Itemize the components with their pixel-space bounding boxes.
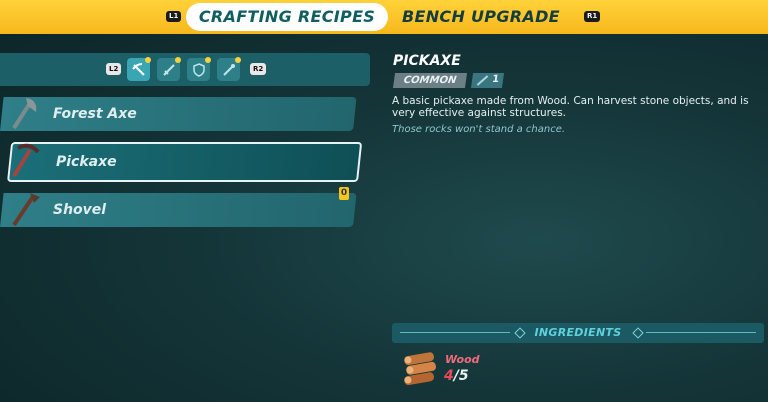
- r2-hint: R2: [250, 63, 267, 75]
- new-count-badge: 0: [339, 187, 349, 200]
- ingredient-count-wood: 4/5: [444, 368, 469, 384]
- level-value: 1: [491, 74, 500, 85]
- l1-hint: L1: [166, 11, 182, 22]
- wand-icon: [222, 63, 235, 76]
- l2-hint: L2: [106, 63, 122, 75]
- filter-wand-button[interactable]: [217, 57, 241, 81]
- level-badge: 1: [470, 73, 505, 88]
- item-title: PICKAXE: [393, 53, 461, 69]
- recipe-label-forest-axe: Forest Axe: [53, 106, 137, 122]
- sword-icon: [162, 63, 175, 76]
- recipe-label-pickaxe: Pickaxe: [56, 154, 117, 170]
- filter-pickaxe-button[interactable]: [127, 57, 151, 81]
- shield-icon: [192, 62, 205, 77]
- recipe-label-shovel: Shovel: [53, 202, 107, 218]
- pickaxe-icon: [131, 62, 145, 76]
- filter-shield-button[interactable]: [187, 57, 211, 81]
- wood-logs-icon: [404, 352, 436, 386]
- item-flavor-text: Those rocks won't stand a chance.: [392, 124, 566, 135]
- ingredient-have: 4: [444, 368, 454, 384]
- ingredient-name-wood: Wood: [445, 353, 480, 366]
- shovel-icon: [12, 193, 40, 227]
- sword-icon: [476, 75, 489, 86]
- tab-bench-upgrade[interactable]: BENCH UPGRADE: [402, 3, 560, 31]
- axe-icon: [12, 98, 37, 130]
- tab-crafting-recipes[interactable]: CRAFTING RECIPES: [186, 3, 388, 31]
- top-tab-bar: L1 CRAFTING RECIPES BENCH UPGRADE R1: [0, 0, 768, 34]
- pickaxe-icon: [12, 143, 40, 178]
- r1-hint: R1: [584, 11, 601, 22]
- category-filter-bar: [0, 53, 370, 86]
- ingredients-header: INGREDIENTS: [392, 323, 764, 343]
- ingredient-need: /5: [453, 368, 469, 384]
- item-description: A basic pickaxe made from Wood. Can harv…: [392, 95, 749, 119]
- filter-sword-button[interactable]: [157, 57, 181, 81]
- rarity-badge: COMMON: [392, 73, 468, 88]
